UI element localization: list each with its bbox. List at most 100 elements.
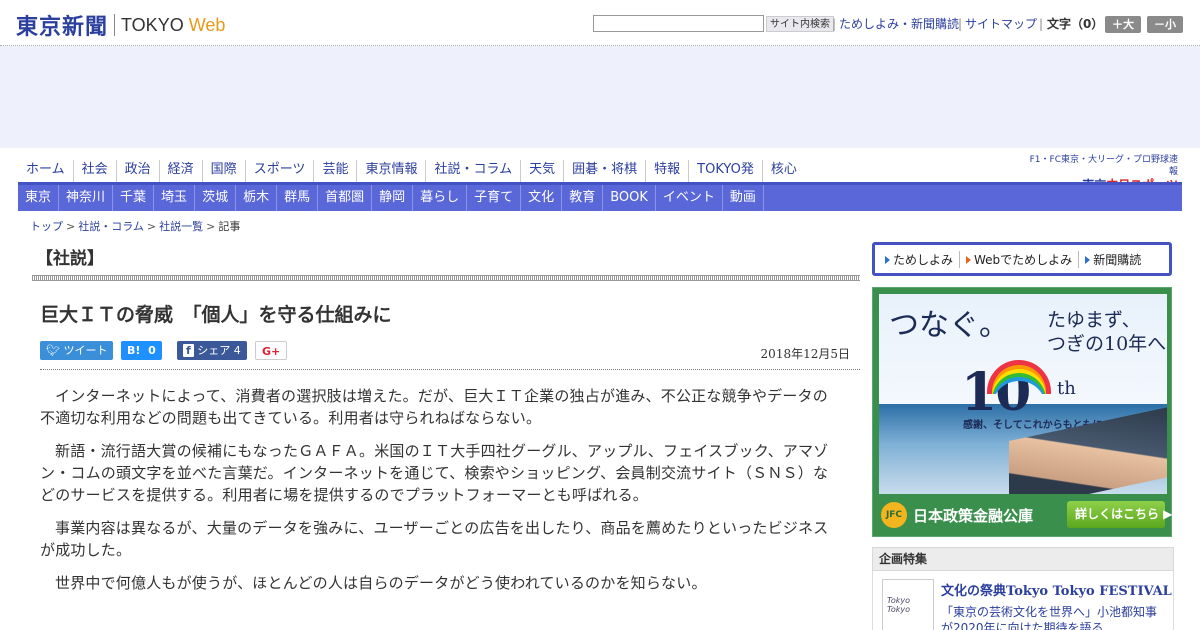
nav-item-living[interactable]: 暮らし bbox=[413, 185, 468, 211]
feature-description[interactable]: 「東京の芸術文化を世界へ」小池都知事が2020年に向けた期待を語る bbox=[941, 604, 1165, 630]
sidebar-link-subscribe[interactable]: 新聞購読 bbox=[1079, 251, 1147, 268]
font-smaller-button[interactable]: －小 bbox=[1147, 16, 1183, 33]
nav-item-sports[interactable]: スポーツ bbox=[246, 160, 315, 182]
nav-item-region-metro[interactable]: 首都圏 bbox=[318, 185, 373, 211]
divider: | bbox=[1039, 17, 1044, 31]
sidebar-link-trial-label: ためしよみ bbox=[893, 252, 954, 267]
article-date: 2018年12月5日 bbox=[760, 347, 850, 361]
facebook-icon: f bbox=[183, 344, 194, 357]
article-paragraph: 新語・流行語大賞の候補にもなったＧＡＦＡ。米国のＩＴ大手四社グーグル、アップル、… bbox=[40, 442, 829, 504]
nav-item-editorial[interactable]: 社説・コラム bbox=[426, 160, 522, 182]
sidebar-link-subscribe-label: 新聞購読 bbox=[1093, 252, 1142, 267]
nav-item-tokyo-info[interactable]: 東京情報 bbox=[357, 160, 427, 182]
banner-subheadline-1: たゆまず、 bbox=[1047, 309, 1141, 331]
nav-item-video[interactable]: 動画 bbox=[723, 185, 764, 211]
nav-item-region-gunma[interactable]: 群馬 bbox=[277, 185, 319, 211]
facebook-share-button[interactable]: f シェア 4 bbox=[177, 341, 247, 360]
nav-item-parenting[interactable]: 子育て bbox=[467, 185, 522, 211]
subscribe-bar: ためしよみ Webでためしよみ 新聞購読 bbox=[872, 242, 1172, 276]
nav-item-region-tokyo[interactable]: 東京 bbox=[18, 185, 60, 211]
article-headline: 巨大ＩＴの脅威 「個人」を守る仕組みに bbox=[40, 304, 392, 326]
feature-thumbnail-text: Tokyo Tokyo bbox=[887, 596, 911, 614]
article-paragraph: 事業内容は異なるが、大量のデータを強みに、ユーザーごとの広告を出したり、商品を薦… bbox=[40, 519, 829, 559]
article-paragraph: 世界中で何億人もが使うが、ほとんどの人は自らのデータがどう使われているのかを知ら… bbox=[55, 574, 707, 592]
triangle-icon bbox=[1085, 256, 1091, 264]
anniversary-suffix: th bbox=[1057, 378, 1076, 399]
nav-item-home[interactable]: ホーム bbox=[18, 160, 74, 182]
nav-item-international[interactable]: 国際 bbox=[203, 160, 246, 182]
font-larger-button[interactable]: ＋大 bbox=[1105, 16, 1141, 33]
nav-item-society[interactable]: 社会 bbox=[74, 160, 117, 182]
section-rule bbox=[32, 275, 860, 281]
google-plus-button[interactable]: G+ bbox=[255, 341, 287, 360]
facebook-share-count: 4 bbox=[233, 344, 241, 357]
nav-item-education[interactable]: 教育 bbox=[562, 185, 604, 211]
triangle-icon bbox=[966, 256, 972, 264]
banner-image: つなぐ。 たゆまず、 つぎの10年へ 10 th 感謝、そしてこれからもともに。 bbox=[879, 294, 1167, 494]
jfc-ad-banner[interactable]: つなぐ。 たゆまず、 つぎの10年へ 10 th 感謝、そしてこれからもともに。 … bbox=[872, 287, 1172, 537]
hatena-icon: B! bbox=[127, 344, 141, 357]
nav-item-event[interactable]: イベント bbox=[656, 185, 723, 211]
search-button[interactable]: サイト内検索 bbox=[766, 16, 834, 32]
feature-title-en: Tokyo Tokyo FESTIVAL bbox=[1006, 584, 1172, 599]
sidebar-link-trial[interactable]: ためしよみ bbox=[879, 250, 961, 268]
article-body: インターネットによって、消費者の選択肢は増えた。だが、巨大ＩＴ企業の独占が進み、… bbox=[40, 385, 842, 605]
section-title: 【社説】 bbox=[36, 249, 104, 269]
hatena-count: 0 bbox=[148, 344, 156, 357]
jfc-logo: JFC bbox=[881, 502, 907, 528]
font-size-label: 文字（0） bbox=[1047, 17, 1104, 31]
article-paragraph: インターネットによって、消費者の選択肢は増えた。だが、巨大ＩＴ企業の独占が進み、… bbox=[40, 387, 828, 427]
nav-item-tokyo-hatsu[interactable]: TOKYO発 bbox=[689, 160, 763, 182]
nav-item-book[interactable]: BOOK bbox=[603, 185, 656, 211]
nav-item-politics[interactable]: 政治 bbox=[117, 160, 160, 182]
feature-thumbnail[interactable]: Tokyo Tokyo bbox=[882, 579, 934, 630]
search-input[interactable] bbox=[593, 15, 764, 32]
feature-title[interactable]: 文化の祭典Tokyo Tokyo FESTIVAL bbox=[941, 580, 1172, 599]
jfc-org-name: 日本政策金融公庫 bbox=[913, 507, 1034, 525]
sidebar-link-web-trial-label: Webでためしよみ bbox=[974, 252, 1073, 267]
nav-item-region-saitama[interactable]: 埼玉 bbox=[154, 185, 196, 211]
nav-item-region-chiba[interactable]: 千葉 bbox=[113, 185, 155, 211]
nav-item-region-shizuoka[interactable]: 静岡 bbox=[372, 185, 414, 211]
breadcrumb-separator: > bbox=[206, 220, 216, 233]
link-sitemap[interactable]: サイトマップ bbox=[965, 16, 1037, 32]
banner-footer: JFC 日本政策金融公庫 詳しくはこちら ▶ bbox=[879, 498, 1172, 532]
tweet-button[interactable]: 🐦︎ ツイート bbox=[40, 341, 114, 360]
hatena-bookmark-button[interactable]: B! 0 bbox=[121, 341, 162, 360]
nav-item-tokuho[interactable]: 特報 bbox=[646, 160, 690, 182]
nav-item-economy[interactable]: 経済 bbox=[160, 160, 203, 182]
ad-banner-area bbox=[0, 46, 1200, 148]
link-subscribe[interactable]: ためしよみ・新聞購読 bbox=[839, 16, 959, 32]
divider: | bbox=[832, 17, 837, 31]
breadcrumb-editorial-list[interactable]: 社説一覧 bbox=[159, 220, 203, 233]
logo-web: Web bbox=[188, 14, 226, 35]
nav-item-region-ibaraki[interactable]: 茨城 bbox=[195, 185, 237, 211]
kikaku-heading: 企画特集 bbox=[872, 547, 1174, 571]
breadcrumb-editorial[interactable]: 社説・コラム bbox=[78, 220, 144, 233]
nav-item-region-tochigi[interactable]: 栃木 bbox=[236, 185, 278, 211]
logo-divider bbox=[114, 14, 116, 36]
nav-item-entertainment[interactable]: 芸能 bbox=[314, 160, 358, 182]
nav-item-go-shogi[interactable]: 囲碁・将棋 bbox=[564, 160, 647, 182]
nav-item-region-kanagawa[interactable]: 神奈川 bbox=[59, 185, 114, 211]
nav-item-culture[interactable]: 文化 bbox=[521, 185, 563, 211]
banner-details-button[interactable]: 詳しくはこちら ▶ bbox=[1067, 501, 1172, 528]
twitter-icon: 🐦︎ bbox=[46, 344, 64, 357]
site-header: 東京新聞 TOKYO Web サイト内検索 | ためしよみ・新聞購読 | サイト… bbox=[0, 0, 1200, 46]
nav-item-weather[interactable]: 天気 bbox=[521, 160, 565, 182]
article-rule bbox=[40, 369, 860, 370]
kikaku-feature[interactable]: Tokyo Tokyo 文化の祭典Tokyo Tokyo FESTIVAL 「東… bbox=[872, 571, 1174, 630]
triangle-icon bbox=[885, 256, 890, 264]
sidebar-link-web-trial[interactable]: Webでためしよみ bbox=[960, 250, 1080, 268]
logo-jp: 東京新聞 bbox=[16, 14, 109, 40]
facebook-share-label: シェア bbox=[197, 344, 231, 357]
breadcrumb-separator: > bbox=[146, 220, 157, 233]
site-logo[interactable]: 東京新聞 TOKYO Web bbox=[16, 9, 225, 41]
tweet-label: ツイート bbox=[63, 344, 108, 357]
breadcrumb-current: 記事 bbox=[218, 220, 241, 233]
primary-nav: ホーム 社会 政治 経済 国際 スポーツ 芸能 東京情報 社説・コラム 天気 囲… bbox=[18, 160, 1028, 182]
breadcrumb-separator: > bbox=[66, 220, 76, 233]
nav-item-kakushin[interactable]: 核心 bbox=[763, 160, 805, 182]
breadcrumb-top[interactable]: トップ bbox=[30, 220, 63, 233]
chunichi-tagline: F1・FC東京・大リーグ・プロ野球速報 bbox=[1029, 155, 1178, 177]
